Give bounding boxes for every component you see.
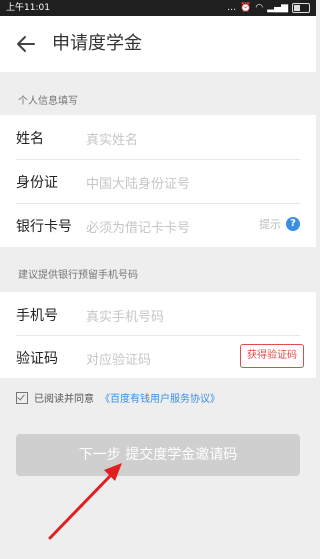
status-time: 上午11:01 (6, 3, 50, 13)
app-bar: 申请度学金 (0, 16, 316, 72)
personal-info-group: 姓名 真实姓名 身份证 中国大陆身份证号 银行卡号 必须为借记卡卡号 提示 ? (0, 115, 316, 247)
bank-card-hint[interactable]: 提示 ? (259, 216, 300, 232)
page-title: 申请度学金 (52, 33, 142, 54)
get-code-button[interactable]: 获得验证码 (240, 344, 304, 368)
battery-icon (292, 3, 310, 13)
help-icon[interactable]: ? (286, 217, 300, 231)
personal-info-heading: 个人信息填写 (18, 96, 78, 107)
id-card-label: 身份证 (16, 175, 58, 191)
agreement-checkbox[interactable] (16, 391, 28, 404)
name-input[interactable]: 真实姓名 (86, 129, 138, 148)
signal-icon: ▂▄▆ (267, 3, 288, 13)
id-card-input[interactable]: 中国大陆身份证号 (86, 173, 190, 192)
phone-section-heading: 建议提供银行预留手机号码 (18, 270, 138, 281)
bank-card-row[interactable]: 银行卡号 必须为借记卡卡号 提示 ? (0, 203, 316, 247)
phone-label: 手机号 (16, 308, 58, 324)
status-bar: 上午11:01 … ⏰ ◠ ▂▄▆ (0, 0, 316, 16)
agreement-link[interactable]: 《百度有钱用户服务协议》 (100, 390, 220, 405)
agreement-row: 已阅读并同意 《百度有钱用户服务协议》 (16, 390, 220, 405)
wifi-icon: ◠ (255, 3, 264, 13)
status-icons: … ⏰ ◠ ▂▄▆ (227, 0, 310, 16)
verify-code-input[interactable]: 对应验证码 (86, 349, 151, 368)
hint-label: 提示 (259, 218, 281, 231)
phone-input[interactable]: 真实手机号码 (86, 306, 164, 325)
phone-group: 手机号 真实手机号码 验证码 对应验证码 获得验证码 (0, 292, 316, 378)
id-card-row[interactable]: 身份证 中国大陆身份证号 (0, 159, 316, 203)
name-row[interactable]: 姓名 真实姓名 (0, 115, 316, 159)
verify-code-row[interactable]: 验证码 对应验证码 获得验证码 (0, 335, 316, 379)
verify-code-label: 验证码 (16, 351, 58, 367)
phone-row[interactable]: 手机号 真实手机号码 (0, 292, 316, 336)
more-icon: … (227, 3, 237, 13)
alarm-icon: ⏰ (240, 3, 252, 13)
bank-card-label: 银行卡号 (16, 219, 72, 235)
name-label: 姓名 (16, 131, 44, 147)
next-step-button[interactable]: 下一步 提交度学金邀请码 (16, 434, 300, 476)
back-arrow-icon[interactable] (14, 32, 38, 56)
bank-card-input[interactable]: 必须为借记卡卡号 (86, 217, 190, 236)
agreement-text: 已阅读并同意 (34, 394, 94, 405)
